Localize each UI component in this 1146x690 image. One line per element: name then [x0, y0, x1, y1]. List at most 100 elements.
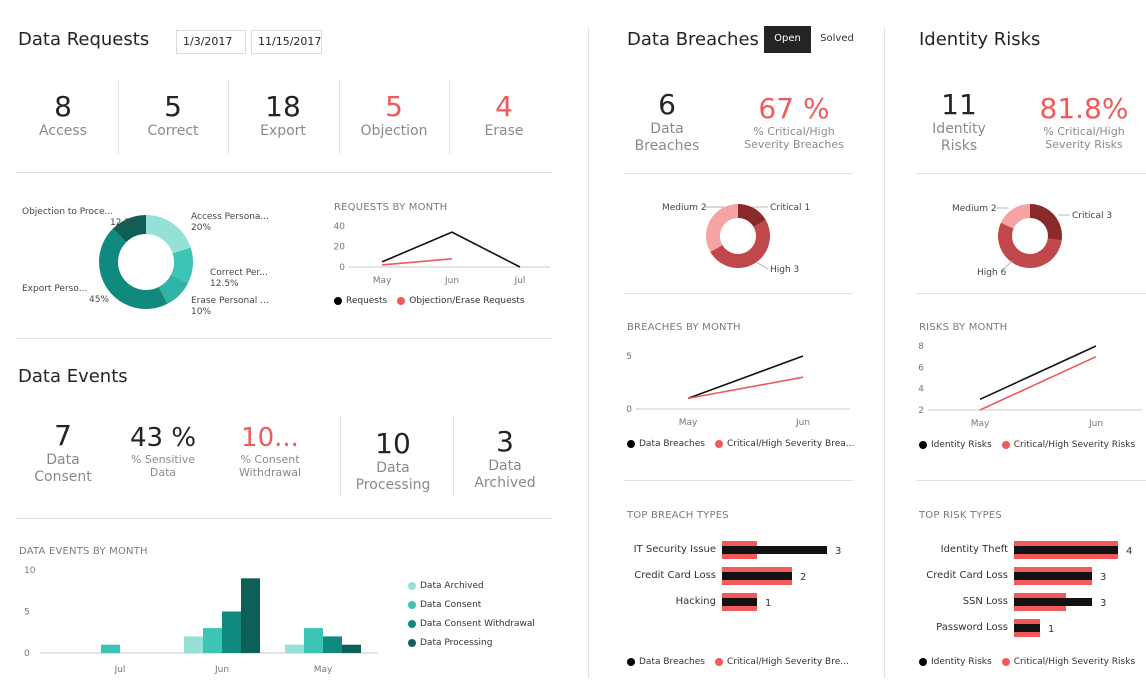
- donut-slice-critical: [1030, 204, 1062, 241]
- kpi-label-line2: Archived: [474, 475, 536, 491]
- bar: [222, 611, 241, 653]
- kpi-consent-withdrawal: 10... % Consent Withdrawal: [215, 423, 325, 479]
- kpi-label-line1: % Sensitive: [130, 453, 196, 466]
- kpi-label-line2: Withdrawal: [238, 466, 301, 479]
- legend-requests-dot: [334, 297, 342, 305]
- data-label: 1: [765, 598, 771, 609]
- donut-label-access: Access Persona...: [191, 212, 269, 222]
- kpi-value: 67 %: [758, 92, 830, 125]
- events-kpi-row: 7 Data Consent 43 % % Sensitive Data 10.…: [8, 415, 558, 505]
- data-events-chart: 0 5 10 Jul Jun May: [24, 566, 378, 675]
- bar: [184, 636, 203, 653]
- category-label: IT Security Issue: [634, 544, 716, 555]
- kpi-erase: 4 Erase: [449, 90, 559, 140]
- data-events-legend: Data Archived Data Consent Data Consent …: [408, 581, 535, 648]
- data-label: 3: [1100, 598, 1106, 609]
- open-button[interactable]: Open: [764, 26, 811, 53]
- y-tick-label: 10: [24, 566, 36, 576]
- legend-label: Identity Risks: [931, 440, 992, 450]
- donut-pct-erase: 10%: [191, 307, 211, 317]
- x-tick-label: Jun: [795, 418, 810, 428]
- legend-consent-withdrawal: Data Consent Withdrawal: [408, 619, 535, 629]
- kpi-value: 7: [54, 419, 72, 452]
- date-to-input[interactable]: 11/15/2017: [251, 30, 322, 54]
- legend-label: Identity Risks: [931, 657, 992, 667]
- donut-label-objection: Objection to Proce...: [22, 207, 113, 217]
- bar: [323, 636, 342, 653]
- line-plot: 0 5 May Jun: [626, 352, 850, 428]
- legend-label: Critical/High Severity Bre...: [726, 657, 849, 667]
- bar: [241, 578, 260, 653]
- kpi-label-line2: Consent: [34, 469, 92, 485]
- breach-bottom-legend: Data Breaches Critical/High Severity Bre…: [627, 657, 849, 667]
- bar-total: [1014, 546, 1118, 554]
- y-tick-label: 8: [918, 342, 924, 352]
- kpi-label-line2: Severity Breaches: [744, 138, 844, 151]
- kpi-identity-risks: 11 Identity Risks: [918, 88, 1000, 155]
- bar-total: [1014, 598, 1092, 606]
- kpi-label-line1: % Critical/High: [1043, 125, 1125, 138]
- kpi-label: Access: [39, 123, 87, 139]
- kpi-label: Erase: [484, 123, 524, 139]
- x-tick-label: Jun: [214, 665, 229, 675]
- kpi-data-breaches: 6 Data Breaches: [627, 88, 707, 155]
- data-label: 1: [1048, 624, 1054, 635]
- top-breach-types-chart: IT Security Issue 3 Credit Card Loss 2 Hacki…: [634, 541, 841, 611]
- bar: [101, 644, 120, 653]
- requests-kpi-row: 8 Access 5 Correct 18 Export 5 Objection…: [8, 80, 558, 158]
- kpi-objection: 5 Objection: [339, 90, 449, 140]
- requests-legend: Requests Objection/Erase Requests: [334, 296, 525, 306]
- top-risk-types-title: TOP RISK TYPES: [919, 510, 1002, 521]
- x-tick-label: May: [373, 276, 392, 286]
- line-plot: 0 20 40 May Jun Jul: [334, 222, 550, 286]
- legend-label: Critical/High Severity Risks: [1013, 657, 1136, 667]
- kpi-access: 8 Access: [8, 90, 118, 140]
- legend-label: Data Consent: [420, 600, 482, 610]
- kpi-label-line2: Data: [149, 466, 177, 479]
- legend-objection-dot: [397, 297, 406, 305]
- risks-by-month-title: RISKS BY MONTH: [919, 322, 1008, 333]
- data-label: 4: [1126, 546, 1132, 557]
- requests-by-month-chart: 0 20 40 May Jun Jul: [334, 222, 550, 286]
- y-tick-label: 40: [334, 222, 346, 232]
- y-tick-label: 2: [918, 406, 924, 416]
- kpi-label-line2: Breaches: [634, 138, 700, 154]
- kpi-label-line1: Data: [46, 452, 80, 468]
- hbar-plot: IT Security Issue 3 Credit Card Loss 2 Hacki…: [634, 541, 841, 611]
- kpi-value: 5: [385, 90, 403, 123]
- legend-label: Data Processing: [420, 638, 493, 648]
- legend-data-archived: Data Archived: [408, 581, 535, 591]
- legend-label: Data Archived: [420, 581, 484, 591]
- category-label: Credit Card Loss: [926, 570, 1008, 581]
- y-tick-label: 4: [918, 385, 924, 395]
- kpi-value: 6: [658, 88, 676, 121]
- donut-label-high: High 6: [977, 268, 1007, 278]
- data-events-chart-title: DATA EVENTS BY MONTH: [19, 546, 148, 557]
- legend-label: Critical/High Severity Brea...: [726, 439, 855, 449]
- bar: [203, 628, 222, 653]
- kpi-label-line1: % Consent: [240, 453, 300, 466]
- bar: [342, 644, 361, 653]
- kpi-value: 5: [164, 90, 182, 123]
- kpi-value: 18: [265, 90, 301, 123]
- donut-slices: [706, 204, 770, 268]
- data-requests-title: Data Requests: [18, 29, 150, 50]
- donut-label-high: High 3: [770, 265, 799, 275]
- category-label: Hacking: [676, 596, 716, 607]
- date-from-input[interactable]: 1/3/2017: [176, 30, 246, 54]
- bar: [285, 644, 304, 653]
- series-line-1: [687, 376, 804, 400]
- donut-slice-export: [99, 228, 168, 309]
- category-label: Credit Card Loss: [634, 570, 716, 581]
- legend-objection: Objection/Erase Requests: [409, 296, 525, 306]
- data-label: 3: [1100, 572, 1106, 583]
- x-tick-label: Jul: [514, 276, 526, 286]
- breaches-by-month-legend: Data Breaches Critical/High Severity Bre…: [627, 439, 854, 449]
- solved-button[interactable]: Solved: [814, 26, 860, 53]
- donut-label-erase: Erase Personal ...: [191, 296, 269, 306]
- kpi-data-processing: 10 Data Processing: [338, 427, 448, 494]
- donut-label-medium: Medium 2: [952, 204, 997, 214]
- donut-slice-access: [146, 215, 191, 254]
- kpi-value: 10: [375, 427, 411, 460]
- line-plot: 2 4 6 8 May Jun: [918, 342, 1142, 429]
